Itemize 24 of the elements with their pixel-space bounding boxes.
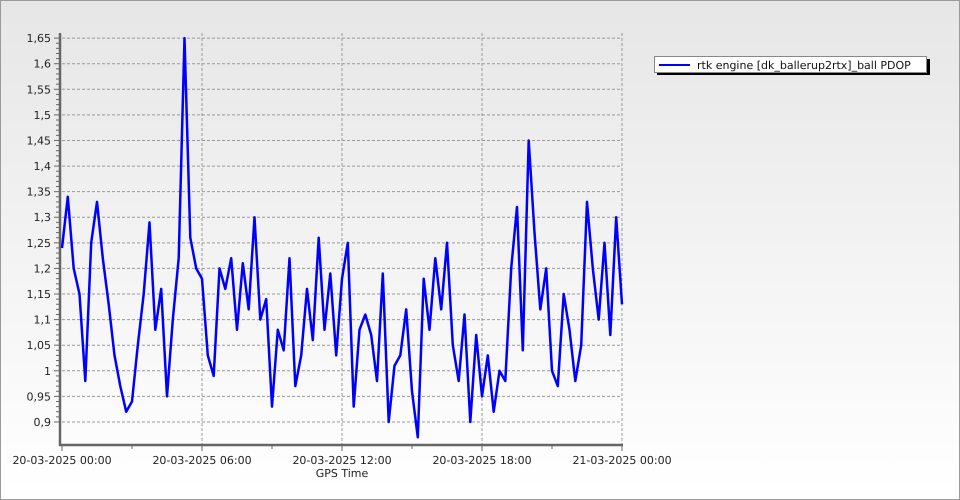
- y-tick-label: 0,95: [26, 390, 51, 404]
- y-tick-label: 1,65: [26, 32, 51, 46]
- y-tick-label: 1,3: [34, 211, 51, 224]
- y-tick-label: 1,25: [26, 236, 51, 250]
- x-tick-label: 20-03-2025 12:00: [292, 454, 392, 467]
- x-axis-title: GPS Time: [316, 467, 368, 480]
- y-tick-label: 1,4: [34, 160, 51, 174]
- y-tick-label: 1,15: [26, 288, 51, 302]
- x-tick-label: 20-03-2025 06:00: [152, 454, 252, 467]
- y-tick-label: 1,5: [34, 108, 51, 122]
- legend-label: rtk engine [dk_ballerup2rtx]_ball PDOP: [697, 59, 911, 72]
- y-tick-label: 1,2: [34, 262, 51, 276]
- y-tick-label: 1,1: [34, 314, 51, 327]
- y-tick-label: 1,55: [26, 83, 51, 96]
- y-tick-label: 1,05: [26, 339, 51, 352]
- y-tick-label: 1,35: [26, 186, 51, 199]
- y-tick-label: 1,45: [26, 134, 51, 148]
- legend-line-icon: [659, 64, 690, 66]
- y-tick-label: 1: [44, 364, 51, 378]
- y-tick-label: 1,6: [34, 58, 51, 71]
- y-tick-label: 0,9: [34, 416, 51, 429]
- x-tick-label: 20-03-2025 18:00: [432, 454, 532, 467]
- x-tick-label: 20-03-2025 00:00: [12, 454, 112, 467]
- x-tick-label: 21-03-2025 00:00: [572, 454, 672, 467]
